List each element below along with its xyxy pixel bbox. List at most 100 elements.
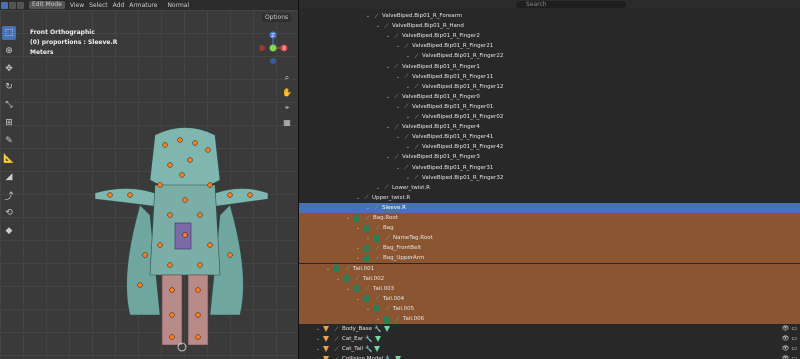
envelope-tool-icon[interactable]: ◆ xyxy=(2,224,16,238)
vertex-select-mode-button[interactable] xyxy=(1,1,8,9)
modifier-wrench-icon[interactable]: 🔧 xyxy=(365,336,372,343)
roll-tool-icon[interactable]: ⟲ xyxy=(2,206,16,220)
outliner-row[interactable]: ⌄ ⟋ Upper_twist.R xyxy=(299,193,800,203)
expand-chevron-icon[interactable]: ⌄ xyxy=(355,245,361,251)
expand-chevron-icon[interactable]: ⌄ xyxy=(365,205,371,211)
outliner-row[interactable]: ⌄ ⟋ ValveBiped.Bip01_R_Finger01 xyxy=(299,102,800,112)
zoom-icon[interactable]: ⌕ xyxy=(282,73,292,83)
outliner-row[interactable]: ⌄ ⟋ Bag_FrontBelt xyxy=(299,243,800,254)
outliner-row[interactable]: ⌄ ⟋ ValveBiped.Bip01_R_Finger31 xyxy=(299,163,800,173)
move-tool-icon[interactable]: ✥ xyxy=(2,62,16,76)
menu-armature[interactable]: Armature xyxy=(129,2,157,9)
menu-select[interactable]: Select xyxy=(89,2,108,9)
expand-chevron-icon[interactable]: ⌄ xyxy=(375,23,381,29)
modifier-wrench-icon[interactable]: 🔧 xyxy=(374,326,381,333)
bone-size-tool-icon[interactable]: ◢ xyxy=(2,170,16,184)
measure-tool-icon[interactable]: 📐 xyxy=(2,152,16,166)
expand-chevron-icon[interactable]: ⌄ xyxy=(325,266,331,272)
outliner-row[interactable]: ⌄ ⟋ Bag.Root xyxy=(299,213,800,223)
expand-chevron-icon[interactable]: ⌄ xyxy=(355,296,361,302)
select-box-tool-icon[interactable]: ⬚ xyxy=(2,26,16,40)
outliner-row[interactable]: ⌄ ⟋ ValveBiped.Bip01_R_Finger42 xyxy=(299,142,800,152)
outliner-row[interactable]: ⌄ ⟋ ValveBiped.Bip01_R_Forearm xyxy=(299,11,800,21)
expand-chevron-icon[interactable]: ⌄ xyxy=(375,185,381,191)
outliner-row[interactable]: ⌄ ⟋ Body_Base 🔧 👁 ▭ xyxy=(299,324,800,334)
3d-viewport[interactable]: Edit Mode View Select Add Armature Norma… xyxy=(0,0,298,359)
visibility-eye-icon[interactable]: 👁 ▭ xyxy=(782,335,797,342)
outliner-row[interactable]: ⌄ ⟋ Tail.001 xyxy=(299,263,800,274)
outliner-row[interactable]: ⌄ ⟋ Tail.003 xyxy=(299,283,800,294)
cursor-tool-icon[interactable]: ⊕ xyxy=(2,44,16,58)
outliner-row[interactable]: ⌄ ⟋ ValveBiped.Bip01_R_Finger32 xyxy=(299,173,800,183)
outliner-row[interactable]: ⌄ ⟋ ValveBiped.Bip01_R_Finger41 xyxy=(299,132,800,142)
outliner-row[interactable]: ⌄ ⟋ ValveBiped.Bip01_R_Finger12 xyxy=(299,82,800,92)
outliner-row[interactable]: ⌄ ⟋ Tail.005 xyxy=(299,303,800,314)
character-model[interactable] xyxy=(90,125,280,355)
outliner-row[interactable]: ⌄ ⟋ Bag_UpperArm xyxy=(299,253,800,264)
expand-chevron-icon[interactable]: ⌄ xyxy=(345,286,351,292)
rotate-tool-icon[interactable]: ↻ xyxy=(2,80,16,94)
expand-chevron-icon[interactable]: ⌄ xyxy=(365,306,371,312)
expand-chevron-icon[interactable]: ⌄ xyxy=(355,255,361,261)
outliner-row[interactable]: ⌄ ⟋ Bag xyxy=(299,223,800,234)
outliner-panel[interactable]: Search ⌄ ⟋ ValveBiped.Bip01_R_Forearm ⌄ ⟋ Val… xyxy=(298,0,800,359)
expand-chevron-icon[interactable]: ⌄ xyxy=(395,165,401,171)
outliner-row[interactable]: ⌄ ⟋ Tail.004 xyxy=(299,293,800,304)
options-button[interactable]: Options xyxy=(262,13,292,22)
outliner-row[interactable]: ⌄ ⟋ ValveBiped.Bip01_R_Finger2 xyxy=(299,31,800,41)
expand-chevron-icon[interactable]: ⌄ xyxy=(385,154,391,160)
expand-chevron-icon[interactable]: ⌄ xyxy=(405,53,411,59)
outliner-row[interactable]: ⌄ ⟋ Tail.002 xyxy=(299,273,800,284)
extrude-tool-icon[interactable]: ⤴ xyxy=(2,188,16,202)
visibility-eye-icon[interactable]: 👁 ▭ xyxy=(782,325,797,332)
outliner-row[interactable]: ⌄ ⟋ ValveBiped.Bip01_R_Finger1 xyxy=(299,62,800,72)
edge-select-mode-button[interactable] xyxy=(9,1,16,9)
outliner-row[interactable]: ⌄ ⟋ ValveBiped.Bip01_R_Finger21 xyxy=(299,41,800,51)
mode-dropdown[interactable]: Edit Mode xyxy=(29,1,65,9)
expand-chevron-icon[interactable]: ⌄ xyxy=(365,235,371,241)
scale-tool-icon[interactable]: ⤡ xyxy=(2,98,16,112)
expand-chevron-icon[interactable]: ⌄ xyxy=(405,114,411,120)
outliner-row[interactable]: ⌄ ⟋ ValveBiped.Bip01_R_Finger4 xyxy=(299,122,800,132)
outliner-row[interactable]: ⌄ ⟋ ValveBiped.Bip01_R_Finger22 xyxy=(299,51,800,61)
visibility-eye-icon[interactable]: 👁 ▭ xyxy=(782,355,797,359)
transform-orientation-dropdown[interactable]: Normal xyxy=(167,2,189,9)
expand-chevron-icon[interactable]: ⌄ xyxy=(315,336,321,342)
navigation-gizmo[interactable]: Z X xyxy=(258,28,288,68)
expand-chevron-icon[interactable]: ⌄ xyxy=(385,64,391,70)
annotate-tool-icon[interactable]: ✎ xyxy=(2,134,16,148)
expand-chevron-icon[interactable]: ⌄ xyxy=(385,33,391,39)
grid-toggle-icon[interactable]: ▦ xyxy=(282,118,292,128)
expand-chevron-icon[interactable]: ⌄ xyxy=(395,43,401,49)
expand-chevron-icon[interactable]: ⌄ xyxy=(355,195,361,201)
visibility-eye-icon[interactable]: 👁 ▭ xyxy=(782,345,797,352)
transform-tool-icon[interactable]: ⊞ xyxy=(2,116,16,130)
outliner-row[interactable]: ⌄ ⟋ Cat_Tail 🔧 👁 ▭ xyxy=(299,344,800,354)
outliner-search-input[interactable]: Search xyxy=(516,1,626,8)
expand-chevron-icon[interactable]: ⌄ xyxy=(385,94,391,100)
modifier-wrench-icon[interactable]: 🔧 xyxy=(365,346,372,353)
expand-chevron-icon[interactable]: ⌄ xyxy=(385,124,391,130)
outliner-row[interactable]: ⌄ ⟋ ValveBiped.Bip01_R_Hand xyxy=(299,21,800,31)
expand-chevron-icon[interactable]: ⌄ xyxy=(395,74,401,80)
expand-chevron-icon[interactable]: ⌄ xyxy=(365,13,371,19)
expand-chevron-icon[interactable]: ⌄ xyxy=(315,346,321,352)
outliner-row[interactable]: ⌄ ⟋ ValveBiped.Bip01_R_Finger11 xyxy=(299,72,800,82)
outliner-row[interactable]: ⌄ ⟋ Tail.006 xyxy=(299,314,800,324)
outliner-row[interactable]: ⌄⟋Collision Model🔧👁 ▭ xyxy=(299,354,800,359)
camera-view-icon[interactable]: ⌖ xyxy=(282,103,292,113)
menu-add[interactable]: Add xyxy=(113,2,125,9)
outliner-row[interactable]: ⌄ ⟋ NameTag.Root xyxy=(299,233,800,244)
outliner-row[interactable]: ⌄ ⟋ ValveBiped.Bip01_R_Finger3 xyxy=(299,152,800,162)
outliner-row[interactable]: ⌄ ⟋ Sleeve.R xyxy=(299,202,800,213)
expand-chevron-icon[interactable]: ⌄ xyxy=(405,144,411,150)
outliner-row[interactable]: ⌄ ⟋ Lower_twist.R xyxy=(299,183,800,193)
expand-chevron-icon[interactable]: ⌄ xyxy=(405,175,411,181)
outliner-row[interactable]: ⌄ ⟋ Cat_Ear 🔧 👁 ▭ xyxy=(299,334,800,344)
expand-chevron-icon[interactable]: ⌄ xyxy=(375,316,381,322)
face-select-mode-button[interactable] xyxy=(17,1,24,9)
menu-view[interactable]: View xyxy=(70,2,84,9)
expand-chevron-icon[interactable]: ⌄ xyxy=(315,326,321,332)
outliner-row[interactable]: ⌄ ⟋ ValveBiped.Bip01_R_Finger02 xyxy=(299,112,800,122)
expand-chevron-icon[interactable]: ⌄ xyxy=(335,276,341,282)
